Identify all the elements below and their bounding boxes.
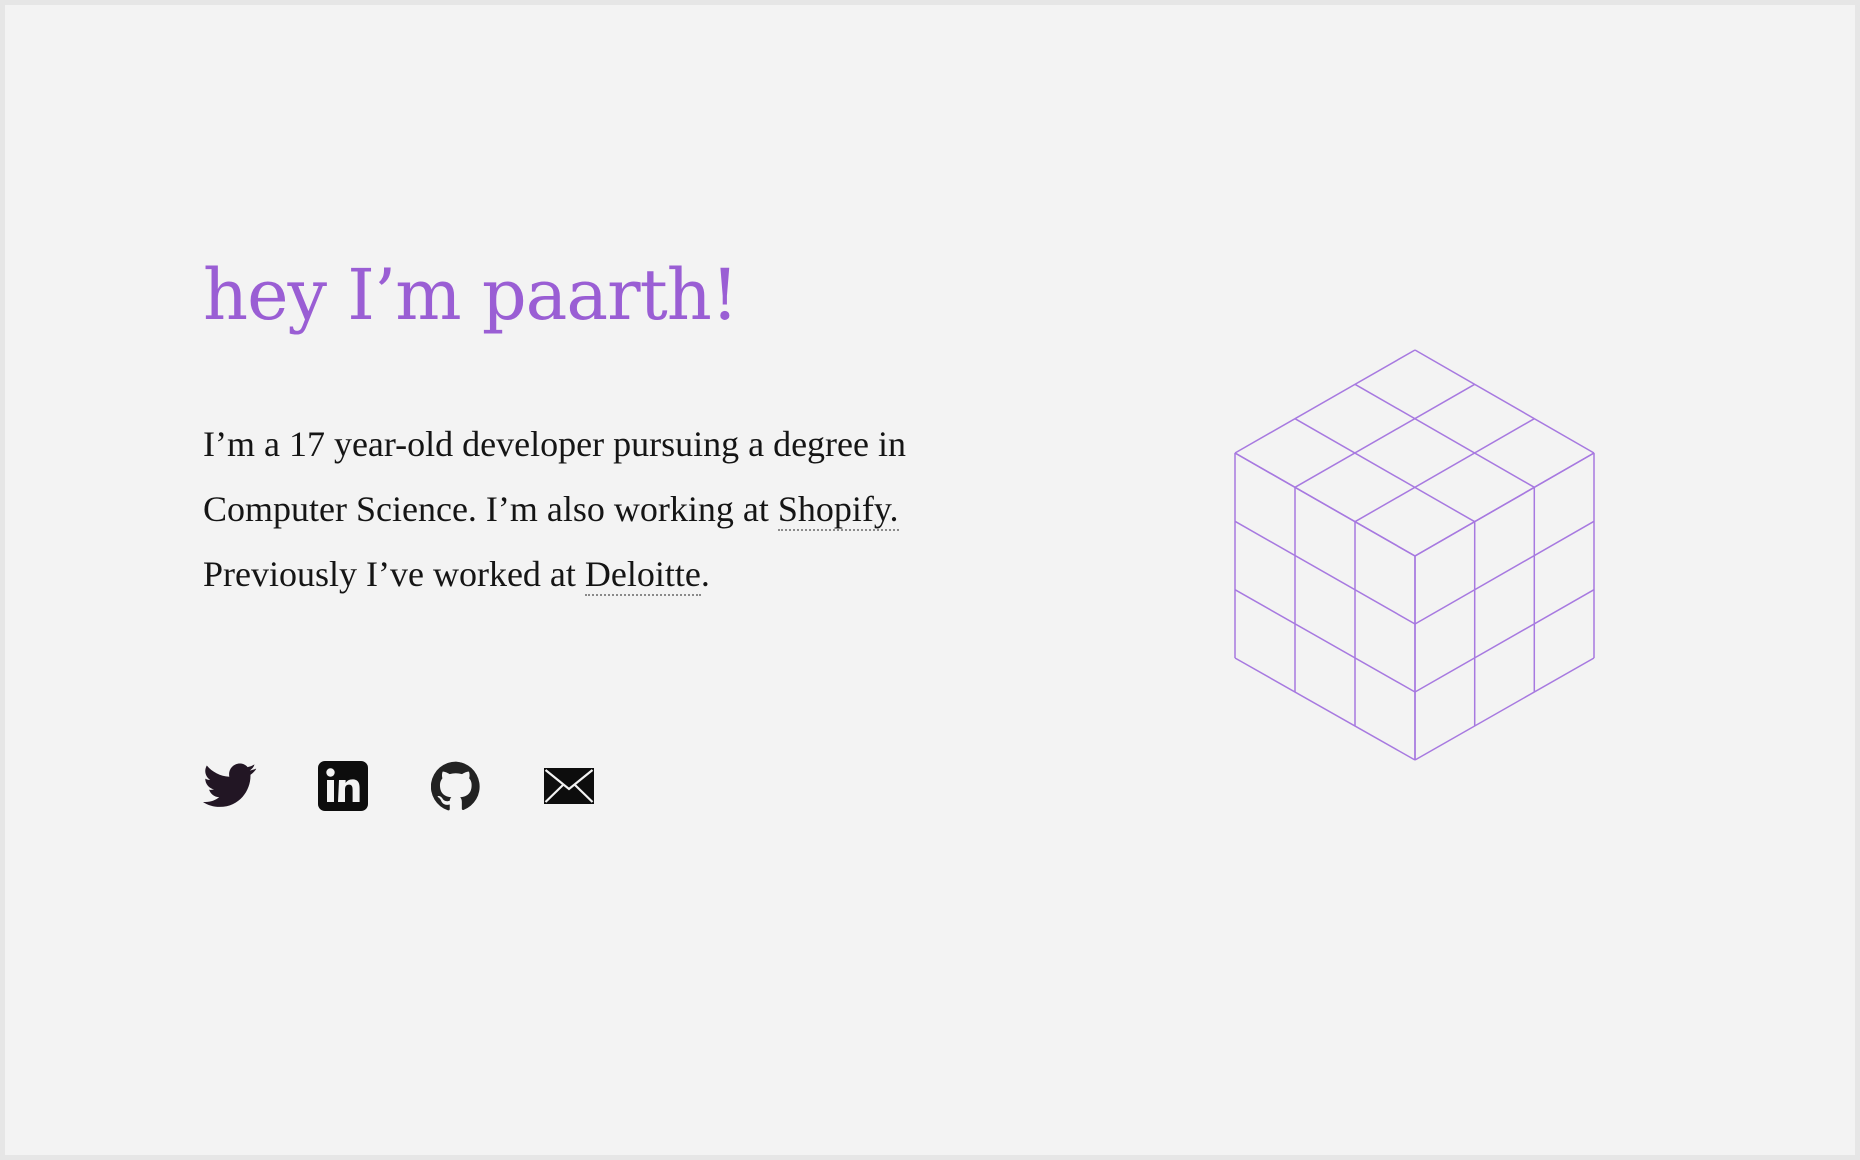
page-frame: hey I’m paarth! I’m a 17 year-old develo…: [5, 5, 1855, 1155]
cube-line: [1234, 589, 1416, 693]
email-link[interactable]: [542, 759, 596, 813]
cube-line: [1234, 520, 1416, 625]
cube-line: [1234, 349, 1416, 454]
cube-line: [1354, 383, 1535, 488]
shopify-link[interactable]: Shopify.: [777, 489, 899, 531]
intro-paragraph: I’m a 17 year-old developer pursuing a d…: [203, 412, 973, 607]
cube-line: [1294, 383, 1476, 488]
cube-grid-icon: [1234, 349, 1595, 761]
twitter-icon: [203, 763, 257, 807]
cube-line: [1234, 657, 1416, 761]
github-link[interactable]: [429, 759, 483, 813]
cube-line: [1414, 657, 1595, 761]
cube-line: [1354, 418, 1535, 523]
cube-line: [1414, 452, 1595, 557]
linkedin-icon: [318, 761, 368, 811]
linkedin-link[interactable]: [316, 759, 370, 813]
hero-section: hey I’m paarth! I’m a 17 year-old develo…: [203, 260, 963, 607]
page-title: hey I’m paarth!: [203, 254, 739, 336]
mail-icon: [544, 768, 594, 804]
cube-line: [1414, 589, 1595, 693]
cube-line: [1234, 452, 1416, 557]
twitter-link[interactable]: [203, 759, 257, 813]
social-links: [203, 759, 596, 813]
cube-line: [1414, 349, 1595, 454]
github-icon: [431, 761, 480, 811]
deloitte-link[interactable]: Deloitte: [584, 554, 701, 596]
cube-illustration: [1225, 345, 1605, 780]
intro-text-2: Previously I’ve worked at: [203, 554, 585, 594]
cube-line: [1414, 520, 1595, 625]
intro-text-3: .: [700, 554, 710, 594]
cube-line: [1294, 418, 1476, 523]
